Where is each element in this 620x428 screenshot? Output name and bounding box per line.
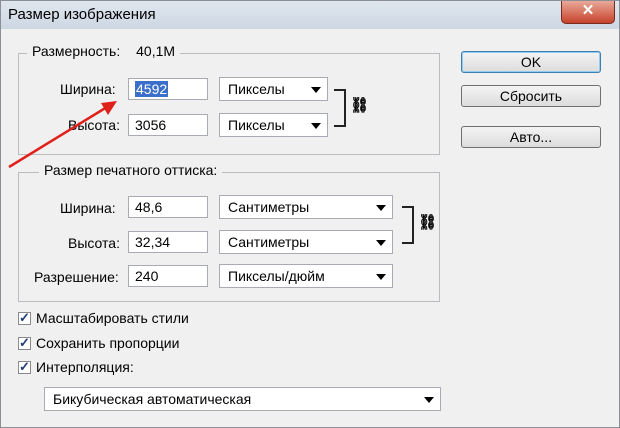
image-size-dialog: Размер изображения ✕ Размерность: 40,1М …	[0, 0, 620, 428]
annotation-arrow	[8, 101, 117, 169]
annotation-arrow-line	[8, 105, 108, 169]
